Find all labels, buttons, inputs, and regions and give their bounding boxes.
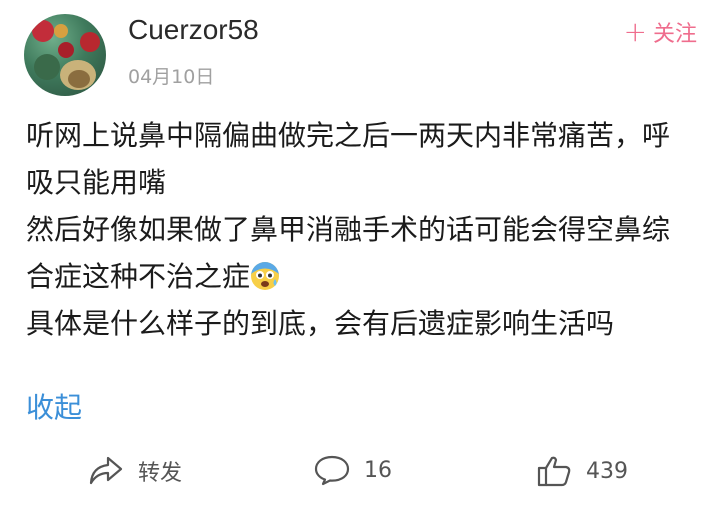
like-button[interactable]: 439 (536, 454, 628, 488)
action-bar: 转发 16 439 (0, 446, 719, 502)
collapse-link[interactable]: 收起 (26, 386, 82, 426)
follow-label: 关注 (652, 22, 697, 47)
comment-icon (314, 455, 350, 486)
repost-label: 转发 (138, 461, 183, 486)
username[interactable]: Cuerzor58 (128, 14, 259, 46)
post-line: 听网上说鼻中隔偏曲做完之后一两天内非常痛苦，呼吸只能用嘴 (26, 119, 671, 199)
comment-count: 16 (364, 457, 392, 483)
plus-icon: + (623, 15, 647, 48)
like-count: 439 (586, 458, 628, 484)
post-line: 然后好像如果做了鼻甲消融手术的话可能会得空鼻综合症这种不治之症 (26, 213, 671, 293)
follow-button[interactable]: + 关注 (624, 16, 697, 48)
repost-button[interactable]: 转发 (88, 454, 182, 488)
fearful-face-emoji (251, 262, 280, 290)
comment-button[interactable]: 16 (314, 454, 392, 486)
repost-icon (89, 456, 123, 485)
thumbs-up-icon (537, 456, 571, 487)
post-line: 具体是什么样子的到底，会有后遗症影响生活吗 (26, 307, 615, 340)
avatar[interactable] (24, 14, 106, 96)
post-content: 听网上说鼻中隔偏曲做完之后一两天内非常痛苦，呼吸只能用嘴 然后好像如果做了鼻甲消… (26, 112, 696, 347)
post-date: 04月10日 (128, 66, 215, 88)
